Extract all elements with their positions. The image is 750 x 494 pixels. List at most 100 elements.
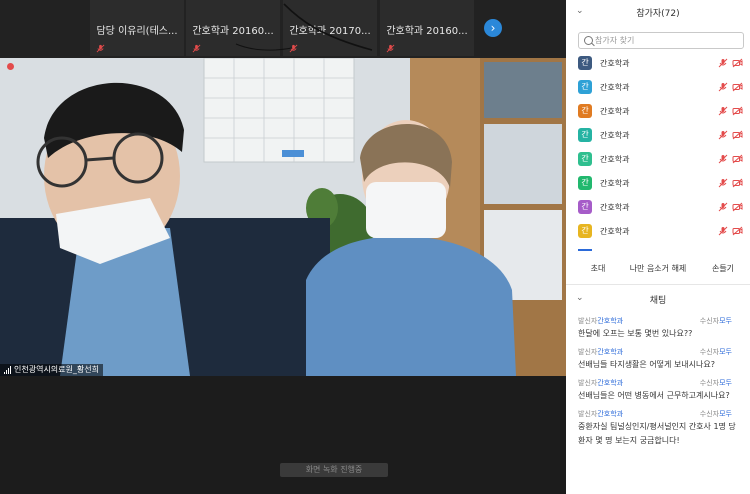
status-toast: 화면 녹화 진행중 [280,463,388,477]
video-stage: 담당 이유리(테스... 간호학과 20160... 간호학과 20170...… [0,0,566,494]
participant-name: 간호학과 [600,59,630,68]
receiver-label: 수신자 [699,348,720,356]
camera-off-icon[interactable] [732,130,743,140]
mic-muted-icon[interactable] [718,106,728,116]
chat-message: 발신자간호학과 수신자모두 한달에 오프는 보통 몇번 있나요?? [578,316,744,341]
receiver-label: 수신자 [699,410,720,418]
avatar: 간 [578,200,592,214]
avatar: 간 [578,56,592,70]
participant-row[interactable]: 간 간호학과 [566,125,750,149]
sender-name: 간호학과 [597,410,624,418]
search-icon [584,36,593,45]
raise-hand-button[interactable]: 손들기 [706,262,740,276]
avatar: 간 [578,224,592,238]
participant-name: 간호학과 [600,155,630,164]
chat-title: 채팅 [649,296,667,306]
sender-label: 발신자 [578,348,598,356]
participant-actions: 초대 나만 음소거 해제 손들기 [566,262,750,278]
mic-muted-icon [289,44,298,53]
sender-name: 간호학과 [597,379,624,387]
mic-muted-icon[interactable] [718,178,728,188]
signal-strength-icon [4,366,11,374]
chevron-right-icon: › [490,21,496,35]
avatar: 간 [578,176,592,190]
unmute-self-button[interactable]: 나만 음소거 해제 [626,262,690,276]
mic-muted-icon[interactable] [718,82,728,92]
chat-message: 발신자간호학과 수신자모두 선배님들 타지생활은 어떻게 보내시나요? [578,347,744,372]
panel-divider [566,284,750,285]
message-text: 선배님들 타지생활은 어떻게 보내시나요? [578,360,715,369]
thumbnail-tile[interactable]: 간호학과 20160... [186,0,280,56]
participant-name: 간호학과 [600,203,630,212]
recording-indicator [7,63,14,70]
camera-off-icon[interactable] [732,106,743,116]
participant-row[interactable]: 간 간호학과 [566,149,750,173]
avatar: 간 [578,104,592,118]
message-text: 한달에 오프는 보통 몇번 있나요?? [578,329,693,338]
chat-header: ⌄ 채팅 [566,290,750,308]
chat-message: 발신자간호학과 수신자모두 중환자실 팀널싱인지/평서널인지 간호사 1명 당 … [578,409,744,448]
receiver-name: 모두 [719,348,732,356]
main-speaker-video [0,58,566,376]
participant-name: 간호학과 [600,179,630,188]
mic-muted-icon[interactable] [718,154,728,164]
receiver-name: 모두 [719,410,732,418]
sender-label: 발신자 [578,379,598,387]
mic-muted-icon[interactable] [718,130,728,140]
video-frame [0,58,566,376]
camera-off-icon[interactable] [732,58,743,68]
participant-row[interactable]: 간 간호학과 [566,197,750,221]
participant-row[interactable]: 간 간호학과 [566,53,750,77]
thumbnail-name: 간호학과 20170... [289,26,371,37]
sender-name: 간호학과 [597,317,624,325]
receiver-name: 모두 [719,317,732,325]
mic-muted-icon [192,44,201,53]
avatar: 간 [578,152,592,166]
participant-row[interactable]: 간 간호학과 [566,101,750,125]
camera-off-icon[interactable] [732,178,743,188]
thumbnail-tile[interactable]: 간호학과 20170... [283,0,377,56]
sender-label: 발신자 [578,317,598,325]
participant-name: 간호학과 [600,107,630,116]
mic-muted-icon[interactable] [718,226,728,236]
message-text: 중환자실 팀널싱인지/평서널인지 간호사 1명 당 환자 몇 명 보는지 궁금합… [578,422,736,445]
participant-row[interactable]: 간 간호학과 [566,173,750,197]
camera-off-icon[interactable] [732,226,743,236]
participant-name: 간호학과 [600,131,630,140]
thumbnail-tile[interactable]: 담당 이유리(테스... [90,0,184,56]
thumbnail-name: 간호학과 20160... [192,26,274,37]
avatar: 간 [578,128,592,142]
participant-row[interactable]: 간 간호학과 [566,221,750,245]
participant-search-input[interactable] [595,34,735,47]
sender-name: 간호학과 [597,348,624,356]
invite-button[interactable]: 초대 [586,262,610,276]
thumbnail-tile[interactable]: 간호학과 20160... [380,0,474,56]
next-page-button[interactable]: › [484,19,502,37]
participant-thumbnail-strip: 담당 이유리(테스... 간호학과 20160... 간호학과 20170...… [0,0,566,58]
participant-name: 간호학과 [600,83,630,92]
side-panel: ⌄ 참가자(72) 간 간호학과 간 간호학과 간 간호학과 간 간호학과 [566,0,750,494]
camera-off-icon[interactable] [732,82,743,92]
participant-search[interactable] [578,32,744,49]
chat-message-list: 발신자간호학과 수신자모두 한달에 오프는 보통 몇번 있나요?? 발신자간호학… [578,316,744,454]
mic-muted-icon[interactable] [718,202,728,212]
participants-header: ⌄ 참가자(72) [566,0,750,24]
participant-row[interactable]: 간 간호학과 [566,77,750,101]
list-scroll-indicator[interactable] [578,249,592,251]
message-text: 선배님들은 어떤 병동에서 근무하고계시나요? [578,391,730,400]
participants-title: 참가자(72) [636,9,680,19]
sender-label: 발신자 [578,410,598,418]
mic-muted-icon[interactable] [718,58,728,68]
camera-off-icon[interactable] [732,202,743,212]
speaker-name: 인천광역시의료원_황선희 [14,365,99,374]
speaker-name-tag: 인천광역시의료원_황선희 [0,364,103,376]
receiver-label: 수신자 [699,379,720,387]
receiver-label: 수신자 [699,317,720,325]
camera-off-icon[interactable] [732,154,743,164]
avatar: 간 [578,80,592,94]
mic-muted-icon [96,44,105,53]
participant-name: 간호학과 [600,227,630,236]
chat-message: 발신자간호학과 수신자모두 선배님들은 어떤 병동에서 근무하고계시나요? [578,378,744,403]
receiver-name: 모두 [719,379,732,387]
thumbnail-name: 간호학과 20160... [386,26,468,37]
